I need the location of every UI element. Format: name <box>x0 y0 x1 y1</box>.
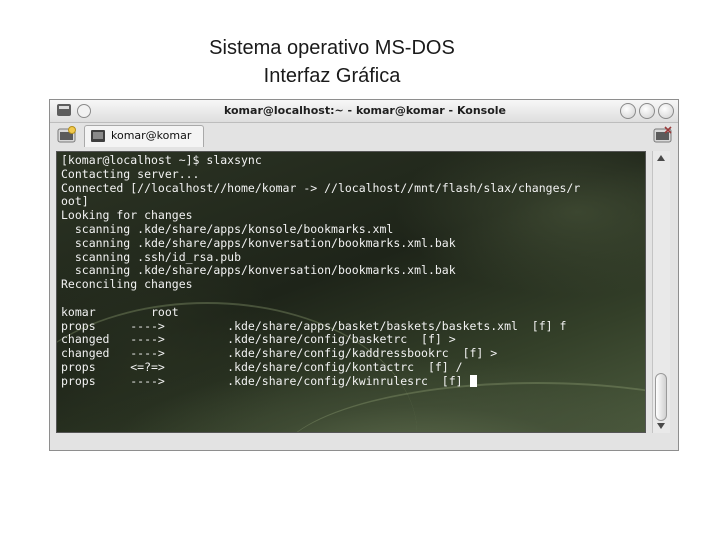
terminal-line-text: props ----> .kde/share/config/kwinrulesr… <box>61 373 470 388</box>
terminal-output[interactable]: [komar@localhost ~]$ slaxsync Contacting … <box>56 151 646 433</box>
terminal-line: scanning .kde/share/apps/konversation/bo… <box>61 235 456 250</box>
terminal-line: scanning .kde/share/apps/konsole/bookmar… <box>61 221 394 236</box>
terminal-line: Contacting server... <box>61 166 200 181</box>
terminal-line: oot] <box>61 194 89 209</box>
terminal-line: changed ----> .kde/share/config/kaddress… <box>61 346 498 361</box>
terminal-icon <box>91 130 105 142</box>
terminal-prompt-line: props ----> .kde/share/config/kwinrulesr… <box>61 373 645 389</box>
tab-komar-at-komar[interactable]: komar@komar <box>84 125 204 147</box>
close-icon[interactable] <box>658 103 674 119</box>
slide-title: Sistema operativo MS-DOS Interfaz Gráfic… <box>0 34 664 90</box>
konsole-window: komar@localhost:~ - komar@komar - Konsol… <box>49 99 679 451</box>
terminal-line: scanning .kde/share/apps/konversation/bo… <box>61 263 456 278</box>
new-session-icon[interactable] <box>57 126 77 144</box>
terminal-line: props <=?=> .kde/share/config/kontactrc … <box>61 359 463 374</box>
terminal-line: Looking for changes <box>61 208 193 223</box>
terminal-line: Connected [//localhost//home/komar -> //… <box>61 180 581 195</box>
terminal-text: [komar@localhost ~]$ slaxsync Contacting … <box>57 152 645 389</box>
maximize-icon[interactable] <box>639 103 655 119</box>
terminal-line: Reconciling changes <box>61 277 193 292</box>
scrollbar-thumb[interactable] <box>655 373 667 421</box>
slide-title-line-1: Sistema operativo MS-DOS <box>209 37 455 59</box>
scroll-down-arrow-icon[interactable] <box>657 423 665 429</box>
session-tab-bar: komar@komar <box>50 123 678 149</box>
slide-title-line-2: Interfaz Gráfica <box>263 65 401 87</box>
window-titlebar[interactable]: komar@localhost:~ - komar@komar - Konsol… <box>50 100 678 123</box>
terminal-scrollbar[interactable] <box>652 151 670 433</box>
tab-label: komar@komar <box>111 129 192 142</box>
text-cursor <box>469 374 477 387</box>
window-title: komar@localhost:~ - komar@komar - Konsol… <box>223 104 506 117</box>
terminal-line: scanning .ssh/id_rsa.pub <box>61 249 242 264</box>
sticky-icon[interactable] <box>77 104 91 118</box>
scroll-up-arrow-icon[interactable] <box>657 155 665 161</box>
window-menu-icon[interactable] <box>57 104 71 116</box>
terminal-line: changed ----> .kde/share/config/basketrc… <box>61 332 456 347</box>
terminal-line: komar root <box>61 304 179 319</box>
minimize-icon[interactable] <box>620 103 636 119</box>
terminal-line: [komar@localhost ~]$ slaxsync <box>61 153 262 167</box>
close-session-icon[interactable] <box>653 126 673 144</box>
terminal-line: props ----> .kde/share/apps/basket/baske… <box>61 318 567 333</box>
